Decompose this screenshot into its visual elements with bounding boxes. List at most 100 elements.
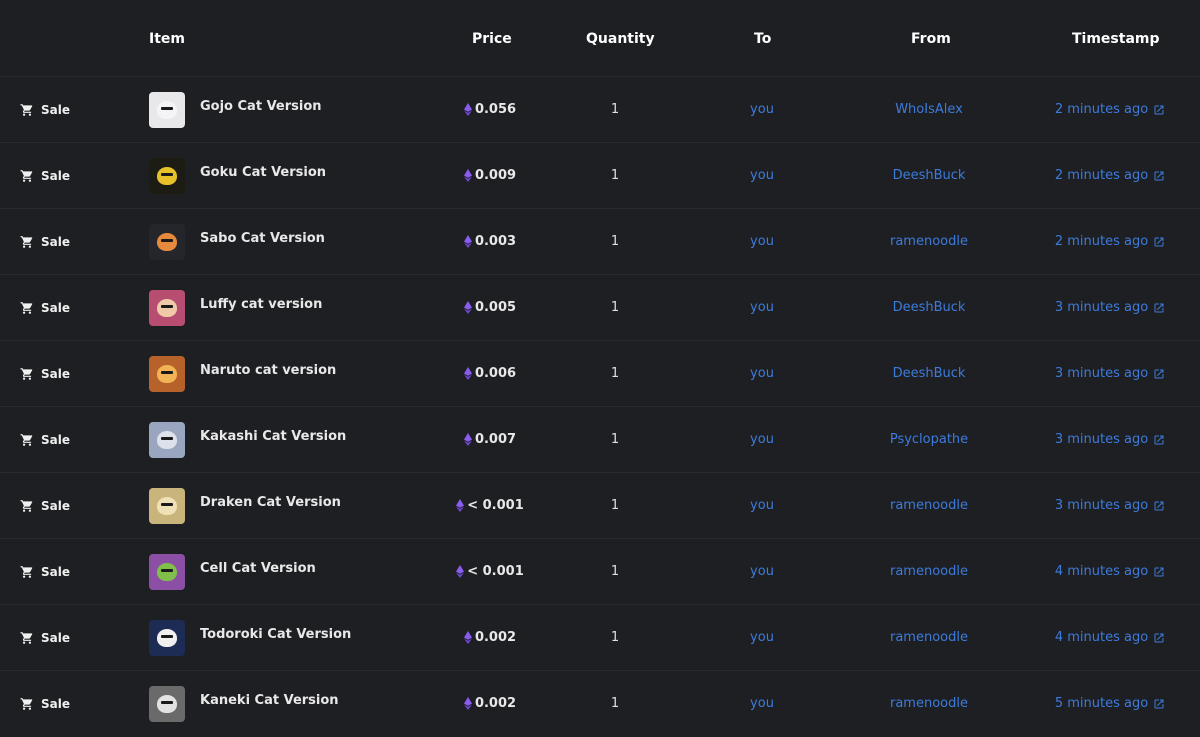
item-thumbnail[interactable]: [149, 157, 185, 194]
to-cell[interactable]: you: [700, 77, 824, 142]
from-link[interactable]: ramenoodle: [890, 630, 968, 645]
item-thumbnail[interactable]: [149, 421, 185, 458]
item-name-link[interactable]: Cell Cat Version: [200, 561, 316, 576]
item-cell[interactable]: Draken Cat Version: [149, 473, 449, 538]
to-link[interactable]: you: [750, 564, 774, 579]
timestamp-cell[interactable]: 4 minutes ago: [1030, 539, 1190, 604]
from-link[interactable]: ramenoodle: [890, 564, 968, 579]
to-cell[interactable]: you: [700, 539, 824, 604]
external-link-icon[interactable]: [1153, 698, 1165, 710]
timestamp-cell[interactable]: 3 minutes ago: [1030, 407, 1190, 472]
external-link-icon[interactable]: [1153, 500, 1165, 512]
from-cell[interactable]: ramenoodle: [840, 671, 1018, 736]
external-link-icon[interactable]: [1153, 368, 1165, 380]
item-name-link[interactable]: Kaneki Cat Version: [200, 693, 339, 708]
external-link-icon[interactable]: [1153, 104, 1165, 116]
from-link[interactable]: Psyclopathe: [890, 432, 968, 447]
to-link[interactable]: you: [750, 432, 774, 447]
timestamp-link[interactable]: 2 minutes ago: [1055, 168, 1148, 183]
from-cell[interactable]: DeeshBuck: [840, 143, 1018, 208]
item-cell[interactable]: Gojo Cat Version: [149, 77, 449, 142]
item-name-link[interactable]: Naruto cat version: [200, 363, 336, 378]
timestamp-cell[interactable]: 5 minutes ago: [1030, 671, 1190, 736]
item-cell[interactable]: Kaneki Cat Version: [149, 671, 449, 736]
external-link-icon[interactable]: [1153, 170, 1165, 182]
to-link[interactable]: you: [750, 102, 774, 117]
timestamp-cell[interactable]: 3 minutes ago: [1030, 473, 1190, 538]
item-name-link[interactable]: Goku Cat Version: [200, 165, 326, 180]
timestamp-cell[interactable]: 3 minutes ago: [1030, 341, 1190, 406]
to-cell[interactable]: you: [700, 407, 824, 472]
to-link[interactable]: you: [750, 366, 774, 381]
item-name-link[interactable]: Luffy cat version: [200, 297, 322, 312]
item-thumbnail[interactable]: [149, 355, 185, 392]
timestamp-link[interactable]: 5 minutes ago: [1055, 696, 1148, 711]
from-link[interactable]: DeeshBuck: [893, 168, 966, 183]
timestamp-cell[interactable]: 3 minutes ago: [1030, 275, 1190, 340]
timestamp-link[interactable]: 3 minutes ago: [1055, 300, 1148, 315]
timestamp-link[interactable]: 3 minutes ago: [1055, 432, 1148, 447]
from-link[interactable]: WhoIsAlex: [895, 102, 963, 117]
to-link[interactable]: you: [750, 696, 774, 711]
timestamp-link[interactable]: 2 minutes ago: [1055, 102, 1148, 117]
from-cell[interactable]: DeeshBuck: [840, 341, 1018, 406]
from-link[interactable]: ramenoodle: [890, 234, 968, 249]
item-thumbnail[interactable]: [149, 553, 185, 590]
from-cell[interactable]: ramenoodle: [840, 539, 1018, 604]
item-cell[interactable]: Luffy cat version: [149, 275, 449, 340]
external-link-icon[interactable]: [1153, 434, 1165, 446]
from-cell[interactable]: Psyclopathe: [840, 407, 1018, 472]
from-cell[interactable]: ramenoodle: [840, 209, 1018, 274]
from-link[interactable]: ramenoodle: [890, 498, 968, 513]
timestamp-link[interactable]: 4 minutes ago: [1055, 564, 1148, 579]
to-cell[interactable]: you: [700, 143, 824, 208]
to-link[interactable]: you: [750, 498, 774, 513]
to-cell[interactable]: you: [700, 605, 824, 670]
to-cell[interactable]: you: [700, 275, 824, 340]
item-thumbnail[interactable]: [149, 685, 185, 722]
timestamp-link[interactable]: 4 minutes ago: [1055, 630, 1148, 645]
external-link-icon[interactable]: [1153, 302, 1165, 314]
item-name-link[interactable]: Gojo Cat Version: [200, 99, 322, 114]
item-thumbnail[interactable]: [149, 619, 185, 656]
external-link-icon[interactable]: [1153, 632, 1165, 644]
item-cell[interactable]: Sabo Cat Version: [149, 209, 449, 274]
timestamp-link[interactable]: 3 minutes ago: [1055, 498, 1148, 513]
to-cell[interactable]: you: [700, 209, 824, 274]
external-link-icon[interactable]: [1153, 236, 1165, 248]
from-link[interactable]: ramenoodle: [890, 696, 968, 711]
timestamp-cell[interactable]: 4 minutes ago: [1030, 605, 1190, 670]
item-name-link[interactable]: Draken Cat Version: [200, 495, 341, 510]
item-cell[interactable]: Kakashi Cat Version: [149, 407, 449, 472]
item-thumbnail[interactable]: [149, 289, 185, 326]
item-thumbnail[interactable]: [149, 91, 185, 128]
item-cell[interactable]: Naruto cat version: [149, 341, 449, 406]
from-cell[interactable]: DeeshBuck: [840, 275, 1018, 340]
from-cell[interactable]: WhoIsAlex: [840, 77, 1018, 142]
timestamp-link[interactable]: 2 minutes ago: [1055, 234, 1148, 249]
from-cell[interactable]: ramenoodle: [840, 473, 1018, 538]
to-link[interactable]: you: [750, 300, 774, 315]
from-cell[interactable]: ramenoodle: [840, 605, 1018, 670]
timestamp-cell[interactable]: 2 minutes ago: [1030, 143, 1190, 208]
to-link[interactable]: you: [750, 168, 774, 183]
item-thumbnail[interactable]: [149, 487, 185, 524]
to-link[interactable]: you: [750, 630, 774, 645]
to-cell[interactable]: you: [700, 341, 824, 406]
item-thumbnail[interactable]: [149, 223, 185, 260]
item-cell[interactable]: Goku Cat Version: [149, 143, 449, 208]
item-name-link[interactable]: Kakashi Cat Version: [200, 429, 346, 444]
item-name-link[interactable]: Sabo Cat Version: [200, 231, 325, 246]
item-cell[interactable]: Cell Cat Version: [149, 539, 449, 604]
item-cell[interactable]: Todoroki Cat Version: [149, 605, 449, 670]
to-link[interactable]: you: [750, 234, 774, 249]
external-link-icon[interactable]: [1153, 566, 1165, 578]
to-cell[interactable]: you: [700, 671, 824, 736]
from-link[interactable]: DeeshBuck: [893, 300, 966, 315]
timestamp-cell[interactable]: 2 minutes ago: [1030, 209, 1190, 274]
item-name-link[interactable]: Todoroki Cat Version: [200, 627, 351, 642]
from-link[interactable]: DeeshBuck: [893, 366, 966, 381]
to-cell[interactable]: you: [700, 473, 824, 538]
timestamp-link[interactable]: 3 minutes ago: [1055, 366, 1148, 381]
timestamp-cell[interactable]: 2 minutes ago: [1030, 77, 1190, 142]
